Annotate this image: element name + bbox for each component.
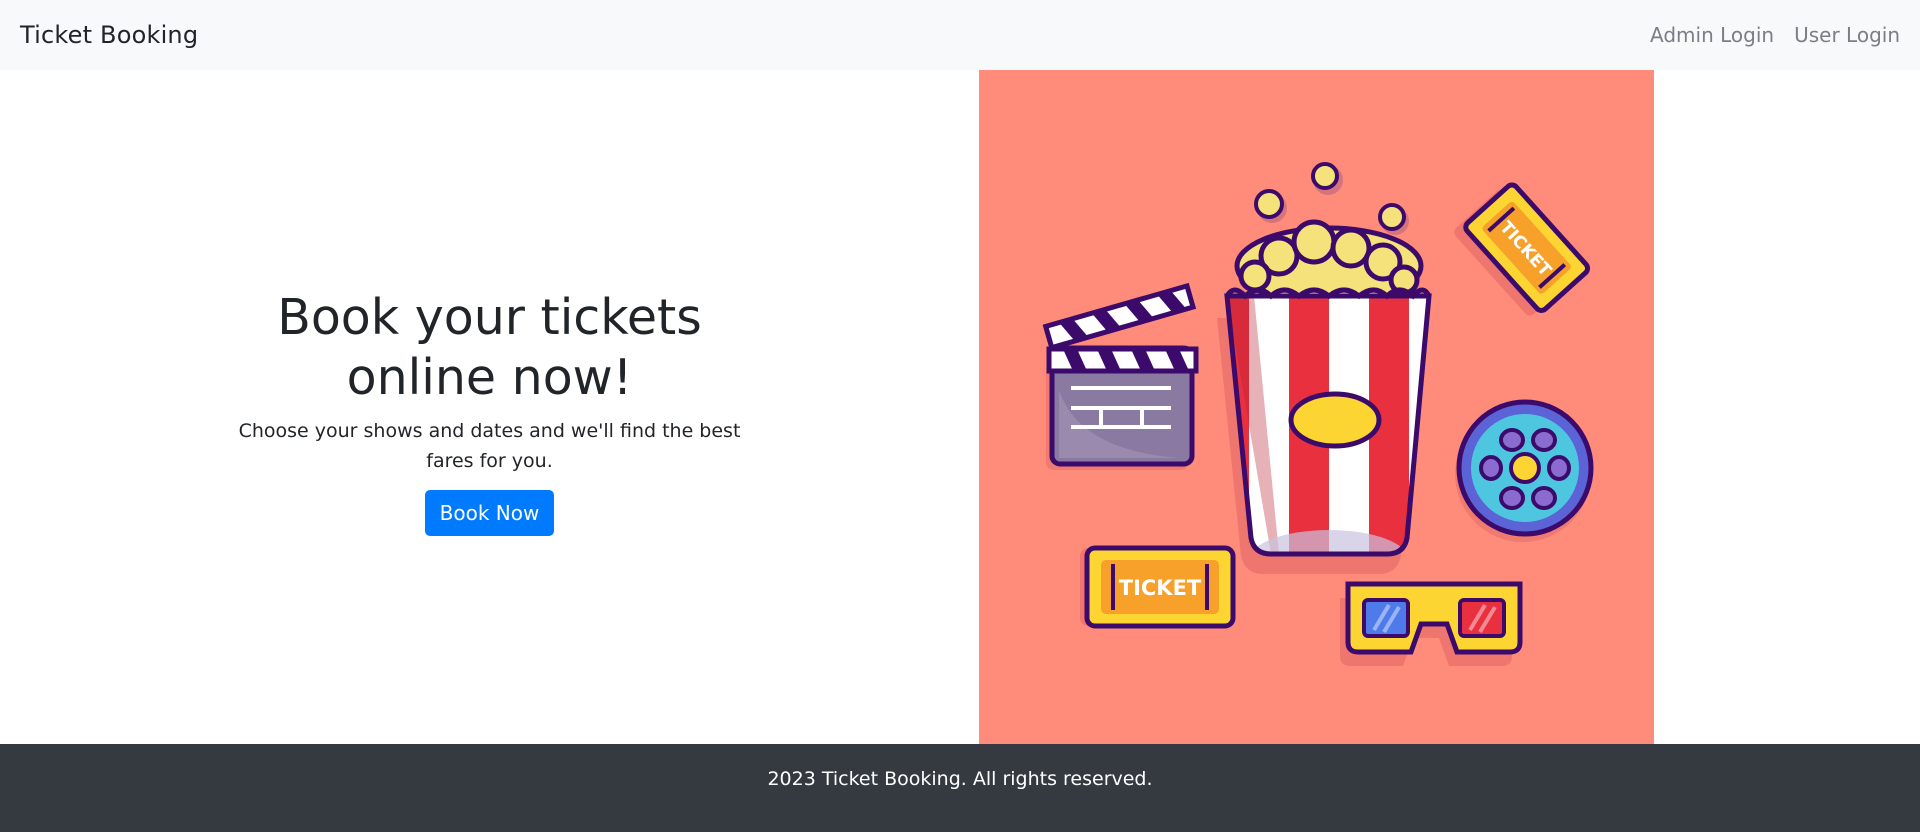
popcorn-kernel-icon xyxy=(1254,162,1409,235)
admin-login-link[interactable]: Admin Login xyxy=(1650,23,1774,47)
footer-copyright: 2023 Ticket Booking. All rights reserved… xyxy=(767,768,1153,790)
navbar: Ticket Booking Admin Login User Login xyxy=(0,0,1920,70)
3d-glasses-icon xyxy=(1340,581,1523,666)
ticket-icon: TICKET xyxy=(1080,545,1236,629)
hero-content: Book your tickets online now! Choose you… xyxy=(220,288,760,536)
clapperboard-icon xyxy=(1042,282,1199,470)
nav-links: Admin Login User Login xyxy=(1650,23,1900,47)
hero-illustration: TICKET TICKET xyxy=(979,70,1654,744)
ticket-bottom-text: TICKET xyxy=(1119,576,1202,600)
ticket-icon: TICKET xyxy=(1454,182,1591,316)
hero-title-line1: Book your tickets xyxy=(277,289,702,346)
hero-section: Book your tickets online now! Choose you… xyxy=(0,70,979,744)
popcorn-icon xyxy=(1217,219,1432,574)
brand-link[interactable]: Ticket Booking xyxy=(20,21,198,49)
cinema-illustration: TICKET TICKET xyxy=(1042,162,1594,666)
hero-subtitle: Choose your shows and dates and we'll fi… xyxy=(238,420,741,472)
film-reel-icon xyxy=(1455,399,1594,542)
book-now-button[interactable]: Book Now xyxy=(424,490,555,536)
user-login-link[interactable]: User Login xyxy=(1794,23,1900,47)
hero-title-line2: online now! xyxy=(346,349,633,406)
hero-title: Book your tickets online now! xyxy=(220,288,760,408)
footer: 2023 Ticket Booking. All rights reserved… xyxy=(0,744,1920,832)
